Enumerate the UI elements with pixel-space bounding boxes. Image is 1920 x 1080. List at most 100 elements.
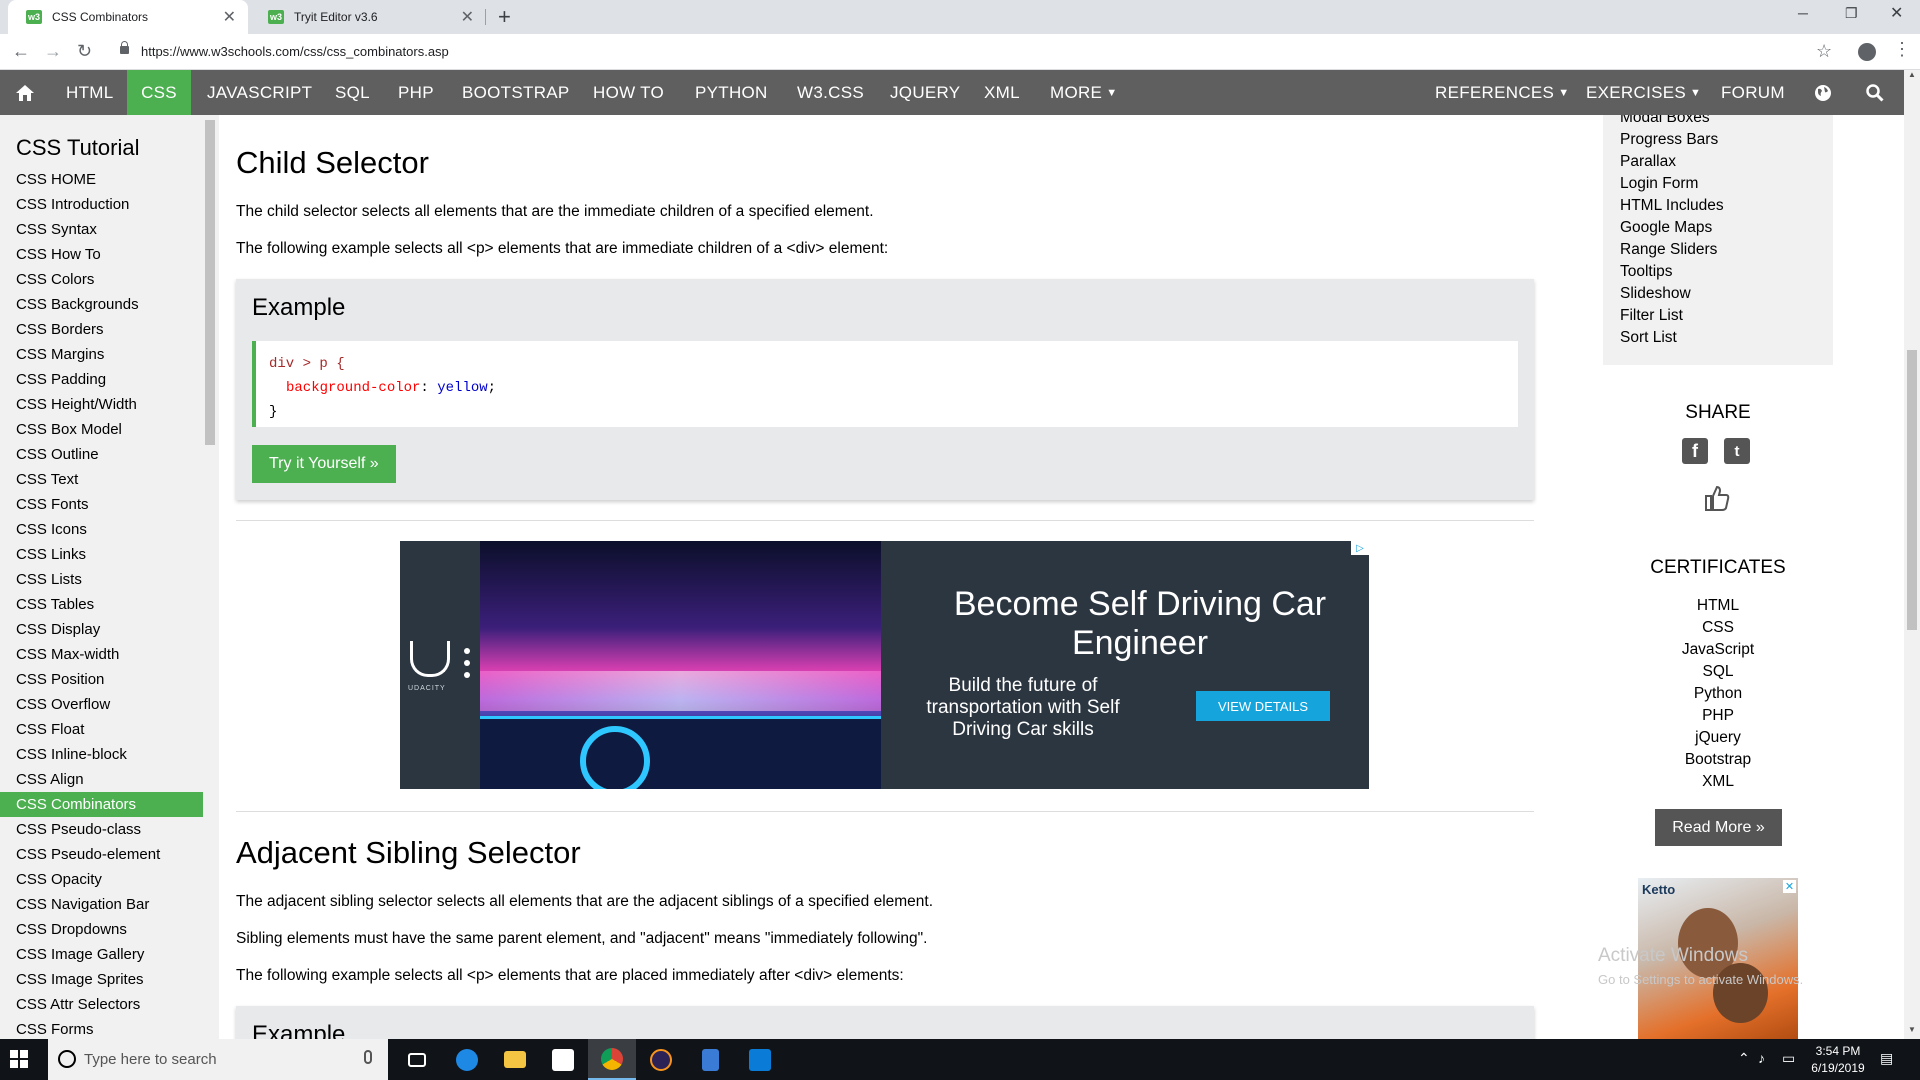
facebook-icon[interactable]: f — [1682, 438, 1708, 464]
notepad-icon[interactable] — [686, 1039, 734, 1080]
vscode-icon[interactable] — [736, 1039, 784, 1080]
lock-icon[interactable] — [120, 41, 129, 54]
udacity-ad-banner[interactable]: UDACITY Become Self Driving Car Engineer… — [400, 541, 1369, 789]
scroll-up-arrow-icon[interactable]: ▲ — [1908, 70, 1916, 79]
ad-choices-icon[interactable]: ▷ — [1351, 541, 1369, 555]
sidebar-item-css-introduction[interactable]: CSS Introduction — [0, 192, 203, 217]
certificate-link-jquery[interactable]: jQuery — [1571, 729, 1865, 747]
eclipse-icon[interactable] — [637, 1039, 685, 1080]
howto-link-modal-boxes[interactable]: Modal Boxes — [1620, 115, 1710, 127]
bookmark-star-icon[interactable]: ☆ — [1816, 41, 1832, 62]
nav-item-xml[interactable]: XML — [984, 70, 1020, 115]
sidebar-item-css-navigation-bar[interactable]: CSS Navigation Bar — [0, 892, 203, 917]
sidebar-item-css-height-width[interactable]: CSS Height/Width — [0, 392, 203, 417]
howto-link-parallax[interactable]: Parallax — [1620, 153, 1676, 171]
howto-link-login-form[interactable]: Login Form — [1620, 175, 1698, 193]
clock-date[interactable]: 6/19/2019 — [1808, 1061, 1868, 1075]
try-it-yourself-button[interactable]: Try it Yourself » — [252, 445, 396, 483]
url-field[interactable]: https://www.w3schools.com/css/css_combin… — [141, 44, 449, 59]
new-tab-icon[interactable]: + — [498, 4, 511, 30]
profile-avatar-icon[interactable] — [1858, 43, 1876, 61]
nav-item-jquery[interactable]: JQUERY — [890, 70, 960, 115]
sidebar-item-css-attr-selectors[interactable]: CSS Attr Selectors — [0, 992, 203, 1017]
sidebar-item-css-max-width[interactable]: CSS Max-width — [0, 642, 203, 667]
sidebar-item-css-image-gallery[interactable]: CSS Image Gallery — [0, 942, 203, 967]
howto-link-range-sliders[interactable]: Range Sliders — [1620, 241, 1717, 259]
sidebar-item-css-tables[interactable]: CSS Tables — [0, 592, 203, 617]
sidebar-item-css-links[interactable]: CSS Links — [0, 542, 203, 567]
sidebar-item-css-dropdowns[interactable]: CSS Dropdowns — [0, 917, 203, 942]
sidebar-item-css-box-model[interactable]: CSS Box Model — [0, 417, 203, 442]
certificate-link-html[interactable]: HTML — [1571, 597, 1865, 615]
sidebar-item-css-icons[interactable]: CSS Icons — [0, 517, 203, 542]
sidebar-item-css-syntax[interactable]: CSS Syntax — [0, 217, 203, 242]
certificate-link-css[interactable]: CSS — [1571, 619, 1865, 637]
nav-item-how-to[interactable]: HOW TO — [593, 70, 664, 115]
read-more-button[interactable]: Read More » — [1655, 809, 1782, 846]
nav-item-exercises[interactable]: EXERCISES ▼ — [1586, 70, 1701, 115]
thumbs-up-icon[interactable] — [1704, 484, 1730, 519]
scrollbar-thumb[interactable] — [1907, 350, 1917, 630]
nav-item-references[interactable]: REFERENCES ▼ — [1435, 70, 1569, 115]
file-explorer-icon[interactable] — [491, 1039, 539, 1080]
search-icon[interactable] — [1866, 70, 1884, 115]
nav-item-bootstrap[interactable]: BOOTSTRAP — [462, 70, 570, 115]
browser-tab-tryit-editor[interactable]: w3 Tryit Editor v3.6 ✕ — [250, 0, 486, 34]
network-icon[interactable]: ▭ — [1782, 1050, 1795, 1067]
certificate-link-sql[interactable]: SQL — [1571, 663, 1865, 681]
volume-icon[interactable]: ♪ — [1758, 1050, 1765, 1066]
close-ad-icon[interactable]: ✕ — [1783, 880, 1796, 893]
page-scrollbar[interactable]: ▲ ▼ — [1904, 70, 1920, 1039]
nav-item-css[interactable]: CSS — [127, 70, 191, 115]
minimize-icon[interactable]: ─ — [1798, 5, 1808, 21]
nav-item-forum[interactable]: FORUM — [1721, 70, 1785, 115]
howto-link-sort-list[interactable]: Sort List — [1620, 329, 1677, 347]
certificate-link-php[interactable]: PHP — [1571, 707, 1865, 725]
clock-time[interactable]: 3:54 PM — [1808, 1044, 1868, 1058]
chrome-icon[interactable] — [588, 1039, 636, 1080]
sidebar-item-css-float[interactable]: CSS Float — [0, 717, 203, 742]
nav-item-html[interactable]: HTML — [66, 70, 113, 115]
nav-item-javascript[interactable]: JAVASCRIPT — [207, 70, 312, 115]
browser-tab-css-combinators[interactable]: w3 CSS Combinators ✕ — [8, 0, 248, 34]
sidebar-item-css-backgrounds[interactable]: CSS Backgrounds — [0, 292, 203, 317]
howto-link-html-includes[interactable]: HTML Includes — [1620, 197, 1724, 215]
howto-link-progress-bars[interactable]: Progress Bars — [1620, 131, 1718, 149]
sidebar-item-css-colors[interactable]: CSS Colors — [0, 267, 203, 292]
sidebar-item-css-inline-block[interactable]: CSS Inline-block — [0, 742, 203, 767]
sidebar-item-css-align[interactable]: CSS Align — [0, 767, 203, 792]
view-details-button[interactable]: VIEW DETAILS — [1196, 691, 1330, 721]
sidebar-item-css-opacity[interactable]: CSS Opacity — [0, 867, 203, 892]
sidebar-item-css-overflow[interactable]: CSS Overflow — [0, 692, 203, 717]
howto-link-slideshow[interactable]: Slideshow — [1620, 285, 1691, 303]
sidebar-item-css-borders[interactable]: CSS Borders — [0, 317, 203, 342]
sidebar-item-css-display[interactable]: CSS Display — [0, 617, 203, 642]
certificate-link-bootstrap[interactable]: Bootstrap — [1571, 751, 1865, 769]
twitter-icon[interactable]: t — [1724, 438, 1750, 464]
store-icon[interactable] — [539, 1039, 587, 1080]
back-arrow-icon[interactable]: ← — [12, 41, 30, 62]
sidebar-item-css-pseudo-element[interactable]: CSS Pseudo-element — [0, 842, 203, 867]
forward-arrow-icon[interactable]: → — [44, 41, 62, 62]
sidebar-item-css-pseudo-class[interactable]: CSS Pseudo-class — [0, 817, 203, 842]
sidebar-item-css-text[interactable]: CSS Text — [0, 467, 203, 492]
certificate-link-xml[interactable]: XML — [1571, 773, 1865, 791]
task-view-icon[interactable] — [393, 1039, 441, 1080]
certificate-link-python[interactable]: Python — [1571, 685, 1865, 703]
nav-item-php[interactable]: PHP — [398, 70, 434, 115]
close-tab-icon[interactable]: ✕ — [223, 7, 236, 27]
windows-start-icon[interactable] — [10, 1050, 28, 1068]
close-tab-icon[interactable]: ✕ — [461, 7, 474, 27]
microphone-icon[interactable] — [364, 1050, 372, 1064]
browser-menu-icon[interactable]: ⋮ — [1893, 39, 1911, 60]
certificate-link-javascript[interactable]: JavaScript — [1571, 641, 1865, 659]
sidebar-item-css-image-sprites[interactable]: CSS Image Sprites — [0, 967, 203, 992]
nav-item-w3css[interactable]: W3.CSS — [797, 70, 864, 115]
sidebar-item-css-forms[interactable]: CSS Forms — [0, 1017, 203, 1039]
close-window-icon[interactable]: ✕ — [1890, 3, 1903, 23]
sidebar-item-css-home[interactable]: CSS HOME — [0, 167, 203, 192]
sidebar-item-css-padding[interactable]: CSS Padding — [0, 367, 203, 392]
notifications-icon[interactable]: ▤ — [1880, 1050, 1893, 1067]
sidebar-item-css-combinators[interactable]: CSS Combinators — [0, 792, 203, 817]
sidebar-scrollbar[interactable] — [205, 120, 215, 445]
